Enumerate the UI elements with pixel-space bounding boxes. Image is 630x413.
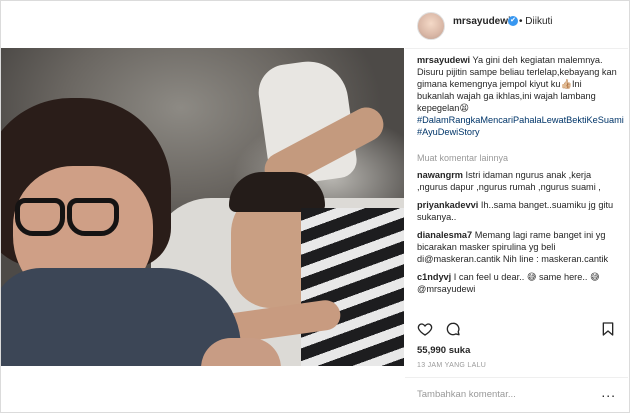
bookmark-icon[interactable] <box>600 321 616 337</box>
like-count[interactable]: 55,990 suka <box>417 345 470 356</box>
follow-status[interactable]: • Diikuti <box>519 16 553 27</box>
comment-username[interactable]: priyankadevvi <box>417 200 478 210</box>
post-header: mrsayudewi ✔ • Diikuti <box>405 0 628 49</box>
comment-item: c1ndyvj I can feel u dear.. 😅 same here.… <box>417 271 620 295</box>
post-timestamp: 13 JAM YANG LALU <box>417 362 487 369</box>
comment-username[interactable]: dianalesma7 <box>417 230 472 240</box>
comments-section: mrsayudewi Ya gini deh kegiatan malemnya… <box>405 49 628 315</box>
load-more-comments-link[interactable]: Muat komentar lainnya <box>417 153 508 163</box>
verified-badge-icon: ✔ <box>508 16 518 26</box>
add-comment-input[interactable]: Tambahkan komentar... <box>417 389 516 400</box>
caption-username[interactable]: mrsayudewi <box>417 55 470 65</box>
post-photo[interactable] <box>1 48 404 366</box>
caption: mrsayudewi Ya gini deh kegiatan malemnya… <box>417 54 624 138</box>
post-username[interactable]: mrsayudewi <box>453 16 511 27</box>
speech-bubble-icon[interactable] <box>445 321 461 337</box>
comment-username[interactable]: c1ndyvj <box>417 272 451 282</box>
heart-outline-icon[interactable] <box>417 321 433 337</box>
comment-list: nawangrm Istri idaman ngurus anak ,kerja… <box>405 169 628 301</box>
comment-username[interactable]: nawangrm <box>417 170 463 180</box>
more-options-icon[interactable]: ... <box>601 384 616 400</box>
caption-hashtags[interactable]: #DalamRangkaMencariPahalaLewatBektiKeSua… <box>417 115 624 137</box>
avatar[interactable] <box>417 12 445 40</box>
post-actions <box>405 315 628 345</box>
comment-item: dianalesma7 Memang lagi rame banget ini … <box>417 229 620 265</box>
comment-item: nawangrm Istri idaman ngurus anak ,kerja… <box>417 169 620 193</box>
comment-item: priyankadevvi Ih..sama banget..suamiku j… <box>417 199 620 223</box>
add-comment-bar: Tambahkan komentar... ... <box>405 377 628 412</box>
